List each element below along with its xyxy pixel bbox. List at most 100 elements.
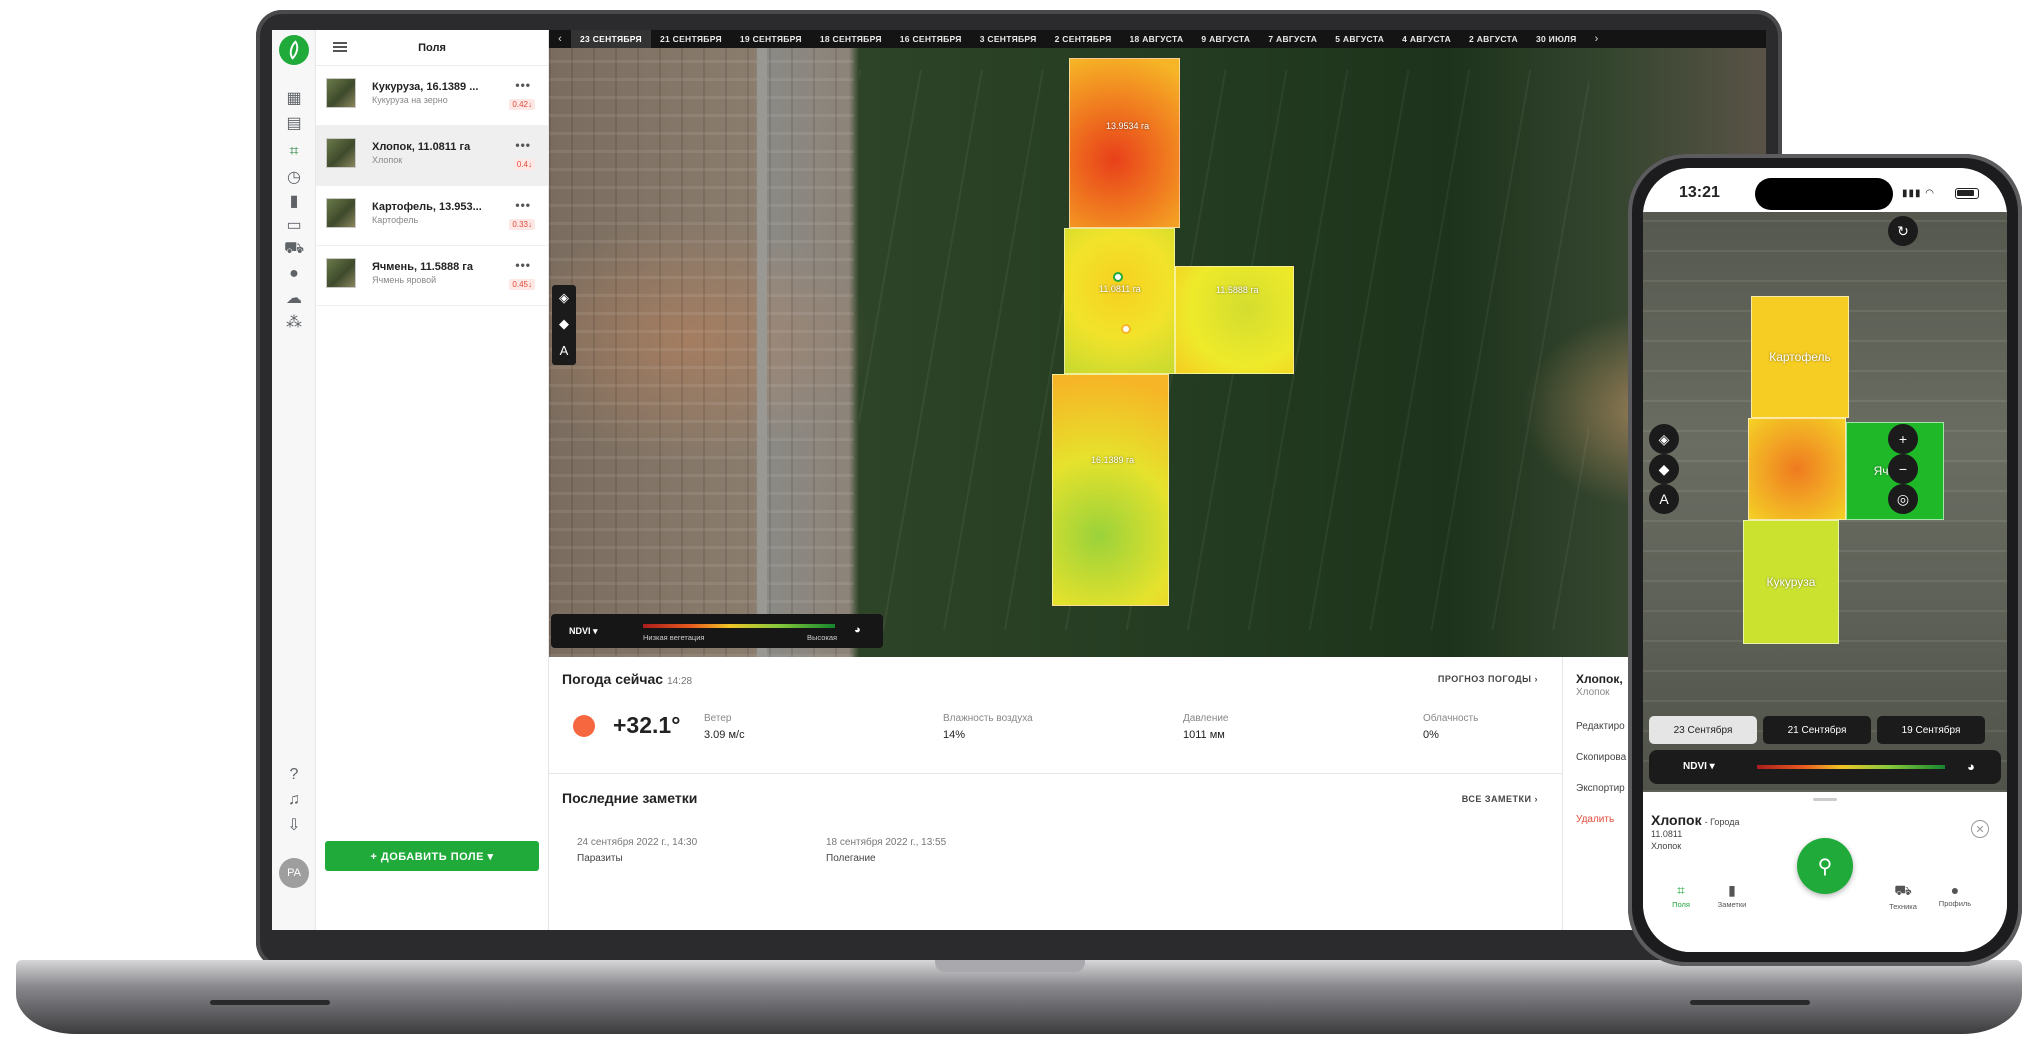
date-item[interactable]: 3 СЕНТЯБРЯ	[971, 30, 1046, 48]
layers-icon[interactable]: ◈	[1649, 424, 1679, 454]
layer-select[interactable]: NDVI ▾	[1683, 761, 1715, 772]
date-item[interactable]: 4 АВГУСТА	[1393, 30, 1460, 48]
cloud-icon[interactable]: ☁	[284, 288, 304, 308]
field-thumbnail	[326, 198, 356, 228]
satellite-map[interactable]: 13.9534 га 11.0811 га 11.5888 га 16.1389…	[549, 30, 1766, 657]
building-icon[interactable]: ▦	[284, 88, 304, 108]
nav-label: Профиль	[1938, 899, 1972, 908]
list-item[interactable]: Ячмень, 11.5888 га Ячмень яровой ••• 0.4…	[316, 246, 548, 306]
copy-action[interactable]: Скопирова	[1576, 752, 1626, 763]
forecast-link[interactable]: ПРОГНОЗ ПОГОДЫ ›	[1438, 674, 1538, 684]
user-icon[interactable]: ●	[284, 264, 304, 284]
chevron-left-icon[interactable]: ‹	[549, 30, 571, 48]
note-text[interactable]: Полегание	[826, 853, 876, 864]
dynamic-island	[1755, 178, 1893, 210]
laptop-notch	[935, 960, 1085, 972]
delete-action[interactable]: Удалить	[1576, 814, 1614, 825]
phone-map[interactable]: Картофель Ячмень Кукуруза ↻ ◈ ◆ A + − ◎	[1643, 212, 2007, 792]
close-icon[interactable]: ✕	[1971, 820, 1989, 838]
phone-field-potato[interactable]: Картофель	[1751, 296, 1849, 418]
date-item[interactable]: 18 АВГУСТА	[1121, 30, 1193, 48]
date-item[interactable]: 18 СЕНТЯБРЯ	[811, 30, 891, 48]
more-icon[interactable]: •••	[515, 258, 531, 272]
more-icon[interactable]: •••	[515, 78, 531, 92]
more-icon[interactable]: •••	[515, 198, 531, 212]
date-item[interactable]: 30 ИЮЛЯ	[1527, 30, 1586, 48]
map-marker[interactable]	[1121, 324, 1131, 334]
menu-icon[interactable]	[333, 42, 347, 52]
all-notes-link[interactable]: ВСЕ ЗАМЕТКИ ›	[1462, 794, 1538, 804]
list-item[interactable]: Кукуруза, 16.1389 ... Кукуруза на зерно …	[316, 66, 548, 126]
date-item[interactable]: 9 АВГУСТА	[1192, 30, 1259, 48]
nav-notes[interactable]: ▮ Заметки	[1702, 882, 1762, 909]
locate-icon[interactable]: ◎	[1888, 484, 1918, 514]
note-date[interactable]: 18 сентября 2022 г., 13:55	[826, 837, 946, 848]
fill-icon[interactable]: ◆	[1649, 454, 1679, 484]
ndvi-field-top[interactable]: 13.9534 га	[1069, 58, 1180, 228]
date-item[interactable]: 19 СЕНТЯБРЯ	[731, 30, 811, 48]
date-item[interactable]: 2 СЕНТЯБРЯ	[1046, 30, 1121, 48]
phone-field-corn[interactable]: Кукуруза	[1743, 520, 1839, 644]
date-item[interactable]: 23 Сентября	[1649, 716, 1757, 744]
notes-icon[interactable]: ▮	[284, 191, 304, 211]
text-tool-icon[interactable]: A	[552, 337, 576, 363]
map-toolbar: ◈ ◆ A	[552, 285, 576, 365]
field-name: Кукуруза, 16.1389 ...	[372, 81, 479, 93]
phone-field-cotton[interactable]	[1748, 418, 1846, 520]
metric-label: Ветер	[704, 713, 732, 724]
list-item[interactable]: Картофель, 13.953... Картофель ••• 0.33↓	[316, 186, 548, 246]
chevron-right-icon[interactable]: ›	[1586, 30, 1608, 48]
team-icon[interactable]: ⁂	[284, 312, 304, 332]
date-item[interactable]: 21 СЕНТЯБРЯ	[651, 30, 731, 48]
date-item[interactable]: 5 АВГУСТА	[1326, 30, 1393, 48]
tractor-icon[interactable]: ⛟	[284, 239, 304, 259]
ndvi-field-bottom[interactable]: 16.1389 га	[1052, 374, 1169, 606]
date-item[interactable]: 2 АВГУСТА	[1460, 30, 1527, 48]
date-item[interactable]: 21 Сентября	[1763, 716, 1871, 744]
palette-icon[interactable]: ◕	[854, 624, 861, 636]
laptop-screen: ▦ ▤ ⌗ ◷ ▮ ▭ ⛟ ● ☁ ⁂ ? ♫ ⇩ PA Поля Кукуру…	[272, 30, 1766, 930]
metric-value: 0%	[1423, 729, 1439, 741]
list-item[interactable]: Хлопок, 11.0811 га Хлопок ••• 0.4↓	[316, 126, 548, 186]
date-item[interactable]: 7 АВГУСТА	[1259, 30, 1326, 48]
plus-icon[interactable]: +	[1888, 424, 1918, 454]
minus-icon[interactable]: −	[1888, 454, 1918, 484]
fields-icon[interactable]: ⌗	[284, 142, 304, 162]
clock-icon[interactable]: ◷	[284, 167, 304, 187]
sync-icon[interactable]: ↻	[1888, 216, 1918, 246]
add-field-button[interactable]: + ДОБАВИТЬ ПОЛЕ ▾	[325, 841, 539, 871]
date-item[interactable]: 23 СЕНТЯБРЯ	[571, 30, 651, 48]
laptop-groove	[210, 1000, 330, 1005]
more-icon[interactable]: •••	[515, 138, 531, 152]
date-item[interactable]: 16 СЕНТЯБРЯ	[891, 30, 971, 48]
field-crop: Кукуруза на зерно	[372, 95, 448, 105]
date-item[interactable]: 19 Сентября	[1877, 716, 1985, 744]
user-icon: ●	[1950, 882, 1960, 898]
field-bottom-sheet: Хлопок - Города 11.0811 Хлопок ✕ ⚲ ⌗ Поля …	[1643, 792, 2007, 952]
field-thumbnail	[326, 258, 356, 288]
layers-icon[interactable]: ◈	[552, 285, 576, 311]
note-text[interactable]: Паразиты	[577, 853, 623, 864]
palette-icon[interactable]: ◕	[1967, 759, 1975, 774]
devices-icon[interactable]: ▭	[284, 215, 304, 235]
nav-profile[interactable]: ● Профиль	[1925, 882, 1985, 908]
leaf-icon[interactable]	[279, 35, 309, 65]
sheet-handle[interactable]	[1813, 798, 1837, 801]
ndvi-field-right[interactable]: 11.5888 га	[1175, 266, 1294, 374]
nav-machinery[interactable]: ⛟ Техника	[1873, 882, 1933, 911]
layer-select[interactable]: NDVI ▾	[569, 626, 598, 637]
ndvi-field-center[interactable]: 11.0811 га	[1064, 228, 1175, 374]
location-pin-icon[interactable]: ⚲	[1797, 838, 1853, 894]
calendar-icon[interactable]: ▤	[284, 113, 304, 133]
download-icon[interactable]: ⇩	[284, 815, 304, 835]
bell-icon[interactable]: ♫	[284, 790, 304, 810]
help-icon[interactable]: ?	[284, 765, 304, 785]
fill-icon[interactable]: ◆	[552, 311, 576, 337]
map-marker[interactable]	[1113, 272, 1123, 282]
note-date[interactable]: 24 сентября 2022 г., 14:30	[577, 837, 697, 848]
edit-action[interactable]: Редактиро	[1576, 721, 1625, 732]
field-name: Ячмень, 11.5888 га	[372, 261, 473, 273]
export-action[interactable]: Экспортир	[1576, 783, 1625, 794]
avatar[interactable]: PA	[279, 858, 309, 888]
text-tool-icon[interactable]: A	[1649, 484, 1679, 514]
